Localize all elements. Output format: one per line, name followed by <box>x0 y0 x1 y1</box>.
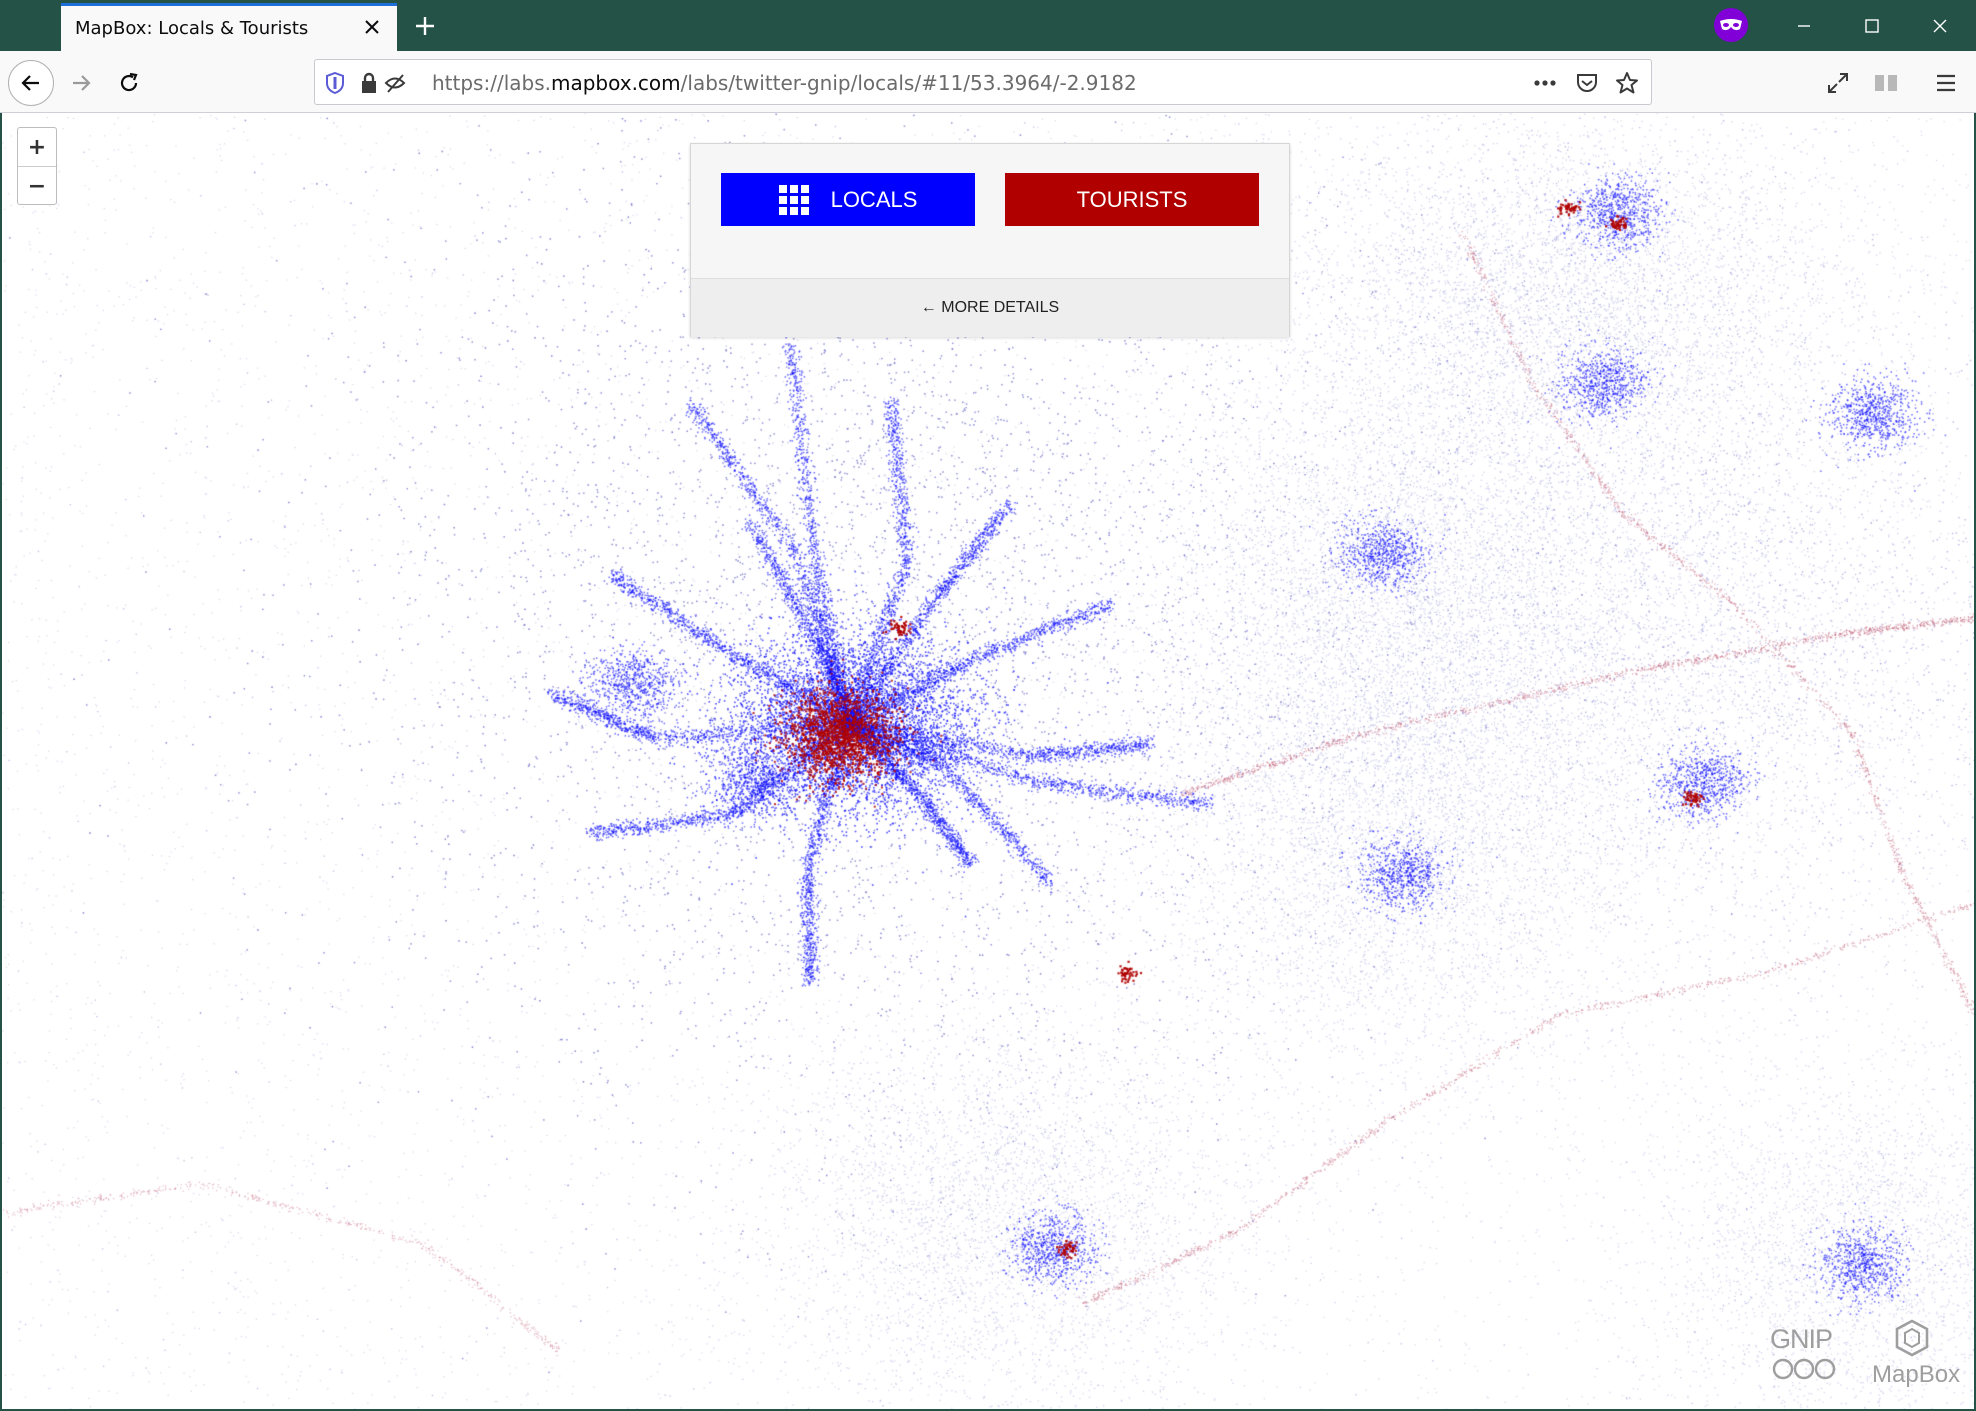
zoom-control: + − <box>17 127 57 205</box>
pocket-icon[interactable] <box>1575 71 1599 95</box>
gnip-logo: GNIP <box>1770 1324 1850 1386</box>
tourists-button[interactable]: TOURISTS <box>1005 173 1259 226</box>
locals-button[interactable]: LOCALS <box>721 173 975 226</box>
forward-arrow-icon[interactable] <box>58 60 104 106</box>
browser-tab[interactable]: MapBox: Locals & Tourists <box>61 3 397 51</box>
mapbox-logo: MapBox <box>1868 1318 1960 1392</box>
back-arrow-icon[interactable] <box>8 60 54 106</box>
close-icon[interactable] <box>361 16 383 38</box>
title-bar: MapBox: Locals & Tourists <box>0 0 1976 51</box>
zoom-in-button[interactable]: + <box>18 128 56 167</box>
shield-icon[interactable] <box>323 71 347 95</box>
maximize-icon[interactable] <box>1838 0 1906 51</box>
plus-icon[interactable] <box>408 9 442 43</box>
navigation-toolbar: https://labs.mapbox.com/labs/twitter-gni… <box>0 51 1976 113</box>
window-close-icon[interactable] <box>1906 0 1974 51</box>
more-icon[interactable] <box>1533 71 1557 95</box>
more-details-link[interactable]: ← MORE DETAILS <box>921 299 1059 317</box>
tourists-label: TOURISTS <box>1076 186 1188 212</box>
lock-icon[interactable] <box>357 71 381 95</box>
reader-icon[interactable] <box>1866 63 1906 103</box>
private-browsing-icon[interactable] <box>1714 8 1748 42</box>
bookmark-star-icon[interactable] <box>1615 71 1639 95</box>
url-text: https://labs.mapbox.com/labs/twitter-gni… <box>432 71 1137 95</box>
zoom-out-button[interactable]: − <box>18 167 56 205</box>
minimize-icon[interactable] <box>1770 0 1838 51</box>
layer-switcher-panel: LOCALS TOURISTS ← MORE DETAILS <box>690 143 1290 337</box>
grid-icon <box>778 184 809 215</box>
fullscreen-icon[interactable] <box>1818 63 1858 103</box>
more-details-bar[interactable]: ← MORE DETAILS <box>691 278 1289 337</box>
locals-label: LOCALS <box>830 186 918 212</box>
hamburger-menu-icon[interactable] <box>1926 63 1966 103</box>
url-bar[interactable]: https://labs.mapbox.com/labs/twitter-gni… <box>314 59 1652 105</box>
tab-title: MapBox: Locals & Tourists <box>75 18 309 39</box>
map-viewport[interactable]: + − LOCALS TOURISTS ← MORE DETAILS GNIP <box>0 113 1976 1411</box>
reload-icon[interactable] <box>106 60 152 106</box>
tracking-icon[interactable] <box>383 71 407 95</box>
